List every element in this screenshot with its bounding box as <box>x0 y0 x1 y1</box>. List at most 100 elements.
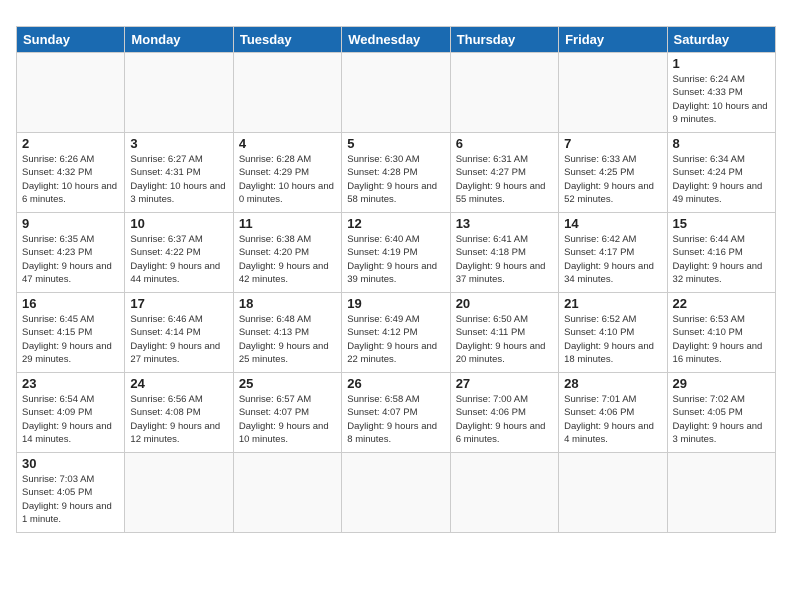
day-number: 4 <box>239 136 336 151</box>
calendar-cell: 24 Sunrise: 6:56 AM Sunset: 4:08 PM Dayli… <box>125 373 233 453</box>
day-info: Sunrise: 6:30 AM Sunset: 4:28 PM Dayligh… <box>347 153 444 206</box>
day-info: Sunrise: 6:27 AM Sunset: 4:31 PM Dayligh… <box>130 153 227 206</box>
day-info: Sunrise: 6:50 AM Sunset: 4:11 PM Dayligh… <box>456 313 553 366</box>
calendar-table: SundayMondayTuesdayWednesdayThursdayFrid… <box>16 26 776 533</box>
calendar-cell <box>233 453 341 533</box>
calendar-cell <box>559 453 667 533</box>
calendar-cell: 2 Sunrise: 6:26 AM Sunset: 4:32 PM Daylig… <box>17 133 125 213</box>
calendar-cell <box>233 53 341 133</box>
calendar-cell: 9 Sunrise: 6:35 AM Sunset: 4:23 PM Daylig… <box>17 213 125 293</box>
day-header-monday: Monday <box>125 27 233 53</box>
day-info: Sunrise: 6:58 AM Sunset: 4:07 PM Dayligh… <box>347 393 444 446</box>
day-number: 12 <box>347 216 444 231</box>
day-header-saturday: Saturday <box>667 27 775 53</box>
day-info: Sunrise: 7:03 AM Sunset: 4:05 PM Dayligh… <box>22 473 119 526</box>
week-row-4: 16 Sunrise: 6:45 AM Sunset: 4:15 PM Dayli… <box>17 293 776 373</box>
calendar-cell: 1Sunrise: 6:24 AM Sunset: 4:33 PM Daylig… <box>667 53 775 133</box>
day-header-tuesday: Tuesday <box>233 27 341 53</box>
calendar-cell: 11 Sunrise: 6:38 AM Sunset: 4:20 PM Dayli… <box>233 213 341 293</box>
day-header-thursday: Thursday <box>450 27 558 53</box>
day-number: 10 <box>130 216 227 231</box>
calendar-cell <box>17 53 125 133</box>
day-number: 15 <box>673 216 770 231</box>
week-row-5: 23 Sunrise: 6:54 AM Sunset: 4:09 PM Dayli… <box>17 373 776 453</box>
calendar-cell: 29Sunrise: 7:02 AM Sunset: 4:05 PM Dayli… <box>667 373 775 453</box>
day-info: Sunrise: 6:48 AM Sunset: 4:13 PM Dayligh… <box>239 313 336 366</box>
calendar-cell <box>125 53 233 133</box>
day-number: 21 <box>564 296 661 311</box>
day-info: Sunrise: 6:33 AM Sunset: 4:25 PM Dayligh… <box>564 153 661 206</box>
day-number: 28 <box>564 376 661 391</box>
day-number: 5 <box>347 136 444 151</box>
calendar-cell: 3 Sunrise: 6:27 AM Sunset: 4:31 PM Daylig… <box>125 133 233 213</box>
day-info: Sunrise: 6:57 AM Sunset: 4:07 PM Dayligh… <box>239 393 336 446</box>
calendar-cell: 19 Sunrise: 6:49 AM Sunset: 4:12 PM Dayli… <box>342 293 450 373</box>
day-number: 16 <box>22 296 119 311</box>
calendar-cell: 10Sunrise: 6:37 AM Sunset: 4:22 PM Dayli… <box>125 213 233 293</box>
day-info: Sunrise: 6:24 AM Sunset: 4:33 PM Dayligh… <box>673 73 770 126</box>
calendar-cell: 8Sunrise: 6:34 AM Sunset: 4:24 PM Daylig… <box>667 133 775 213</box>
day-info: Sunrise: 6:41 AM Sunset: 4:18 PM Dayligh… <box>456 233 553 286</box>
calendar-cell: 6Sunrise: 6:31 AM Sunset: 4:27 PM Daylig… <box>450 133 558 213</box>
calendar-cell: 13 Sunrise: 6:41 AM Sunset: 4:18 PM Dayli… <box>450 213 558 293</box>
calendar-cell: 15 Sunrise: 6:44 AM Sunset: 4:16 PM Dayli… <box>667 213 775 293</box>
day-number: 27 <box>456 376 553 391</box>
calendar-cell <box>450 53 558 133</box>
day-info: Sunrise: 6:40 AM Sunset: 4:19 PM Dayligh… <box>347 233 444 286</box>
calendar-cell <box>559 53 667 133</box>
day-info: Sunrise: 6:26 AM Sunset: 4:32 PM Dayligh… <box>22 153 119 206</box>
day-number: 20 <box>456 296 553 311</box>
day-info: Sunrise: 6:53 AM Sunset: 4:10 PM Dayligh… <box>673 313 770 366</box>
day-info: Sunrise: 6:35 AM Sunset: 4:23 PM Dayligh… <box>22 233 119 286</box>
calendar-cell: 25 Sunrise: 6:57 AM Sunset: 4:07 PM Dayli… <box>233 373 341 453</box>
day-info: Sunrise: 6:42 AM Sunset: 4:17 PM Dayligh… <box>564 233 661 286</box>
day-info: Sunrise: 6:44 AM Sunset: 4:16 PM Dayligh… <box>673 233 770 286</box>
calendar-cell: 28 Sunrise: 7:01 AM Sunset: 4:06 PM Dayli… <box>559 373 667 453</box>
week-row-2: 2 Sunrise: 6:26 AM Sunset: 4:32 PM Daylig… <box>17 133 776 213</box>
calendar-cell: 23 Sunrise: 6:54 AM Sunset: 4:09 PM Dayli… <box>17 373 125 453</box>
day-info: Sunrise: 6:49 AM Sunset: 4:12 PM Dayligh… <box>347 313 444 366</box>
day-info: Sunrise: 6:38 AM Sunset: 4:20 PM Dayligh… <box>239 233 336 286</box>
calendar-cell: 4 Sunrise: 6:28 AM Sunset: 4:29 PM Daylig… <box>233 133 341 213</box>
calendar-cell: 16 Sunrise: 6:45 AM Sunset: 4:15 PM Dayli… <box>17 293 125 373</box>
day-number: 25 <box>239 376 336 391</box>
day-number: 6 <box>456 136 553 151</box>
day-info: Sunrise: 6:56 AM Sunset: 4:08 PM Dayligh… <box>130 393 227 446</box>
days-header-row: SundayMondayTuesdayWednesdayThursdayFrid… <box>17 27 776 53</box>
calendar-cell <box>342 453 450 533</box>
calendar-cell: 18Sunrise: 6:48 AM Sunset: 4:13 PM Dayli… <box>233 293 341 373</box>
calendar-cell: 30Sunrise: 7:03 AM Sunset: 4:05 PM Dayli… <box>17 453 125 533</box>
day-number: 3 <box>130 136 227 151</box>
day-number: 11 <box>239 216 336 231</box>
day-number: 29 <box>673 376 770 391</box>
day-info: Sunrise: 6:46 AM Sunset: 4:14 PM Dayligh… <box>130 313 227 366</box>
day-number: 2 <box>22 136 119 151</box>
day-info: Sunrise: 6:52 AM Sunset: 4:10 PM Dayligh… <box>564 313 661 366</box>
calendar-cell: 22 Sunrise: 6:53 AM Sunset: 4:10 PM Dayli… <box>667 293 775 373</box>
day-number: 17 <box>130 296 227 311</box>
day-header-friday: Friday <box>559 27 667 53</box>
calendar-cell: 20 Sunrise: 6:50 AM Sunset: 4:11 PM Dayli… <box>450 293 558 373</box>
calendar-cell: 21 Sunrise: 6:52 AM Sunset: 4:10 PM Dayli… <box>559 293 667 373</box>
day-info: Sunrise: 6:34 AM Sunset: 4:24 PM Dayligh… <box>673 153 770 206</box>
day-info: Sunrise: 7:01 AM Sunset: 4:06 PM Dayligh… <box>564 393 661 446</box>
week-row-3: 9 Sunrise: 6:35 AM Sunset: 4:23 PM Daylig… <box>17 213 776 293</box>
calendar-cell <box>667 453 775 533</box>
day-number: 14 <box>564 216 661 231</box>
day-info: Sunrise: 6:28 AM Sunset: 4:29 PM Dayligh… <box>239 153 336 206</box>
calendar-cell <box>342 53 450 133</box>
day-number: 24 <box>130 376 227 391</box>
day-info: Sunrise: 6:54 AM Sunset: 4:09 PM Dayligh… <box>22 393 119 446</box>
day-info: Sunrise: 6:45 AM Sunset: 4:15 PM Dayligh… <box>22 313 119 366</box>
day-number: 23 <box>22 376 119 391</box>
calendar-cell: 7 Sunrise: 6:33 AM Sunset: 4:25 PM Daylig… <box>559 133 667 213</box>
day-number: 19 <box>347 296 444 311</box>
day-number: 13 <box>456 216 553 231</box>
day-header-wednesday: Wednesday <box>342 27 450 53</box>
week-row-6: 30Sunrise: 7:03 AM Sunset: 4:05 PM Dayli… <box>17 453 776 533</box>
day-number: 7 <box>564 136 661 151</box>
day-number: 22 <box>673 296 770 311</box>
day-number: 9 <box>22 216 119 231</box>
day-header-sunday: Sunday <box>17 27 125 53</box>
calendar-cell <box>450 453 558 533</box>
